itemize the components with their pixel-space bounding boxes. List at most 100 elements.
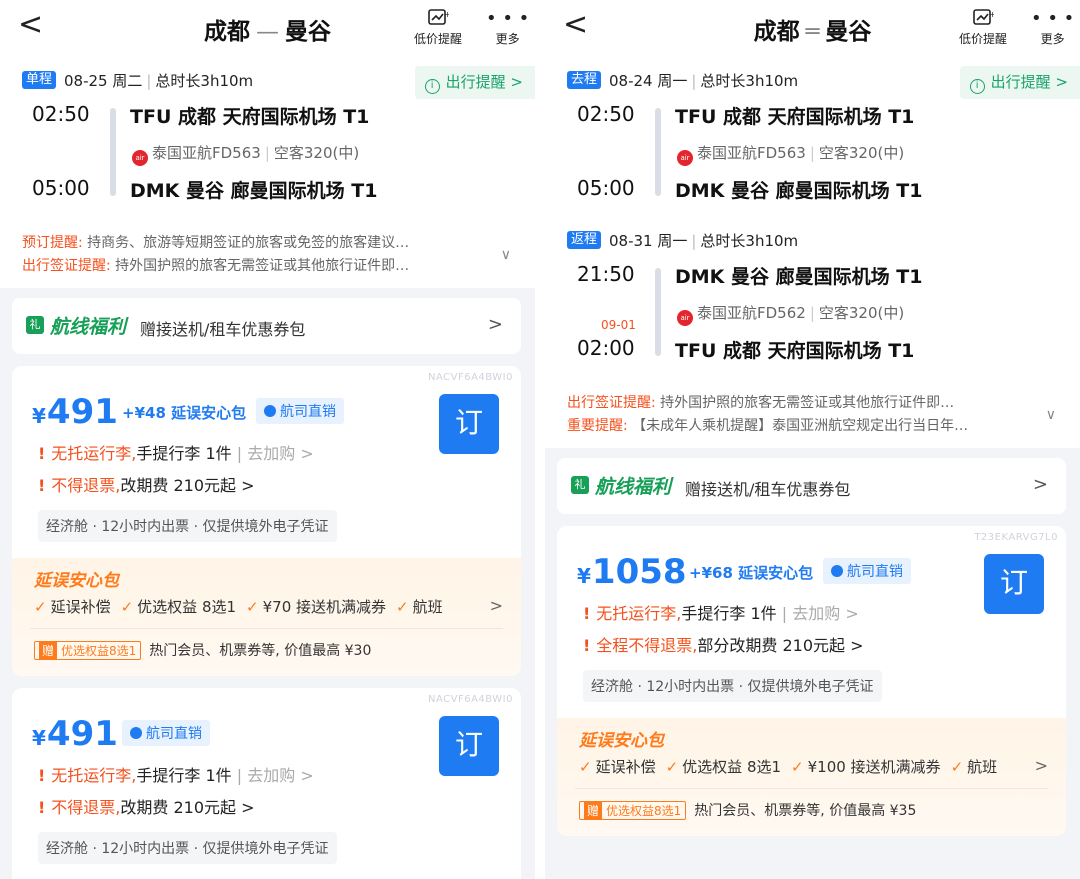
leg-line bbox=[110, 108, 116, 196]
addon-label[interactable]: +¥68 延误安心包 bbox=[689, 562, 813, 583]
nav-bar: < 成都 — 曼谷 + 低价提醒 • • • 更多 bbox=[0, 0, 535, 62]
notice-value: 持外国护照的旅客无需签证或其他旅行证件即… bbox=[115, 258, 410, 274]
chevron-right-icon: > bbox=[1034, 756, 1048, 775]
more-dots-icon: • • • bbox=[486, 8, 530, 29]
notice-key: 出行签证提醒: bbox=[567, 395, 656, 411]
notice-section[interactable]: 预订提醒: 持商务、旅游等短期签证的旅客或免签的旅客建议… 出行签证提醒: 持外… bbox=[0, 226, 535, 288]
gift-badge: 赠优选权益8选1 bbox=[579, 801, 687, 820]
airasia-logo-icon: air bbox=[677, 150, 693, 166]
arrival-airport: DMK 曼谷 廊曼国际机场 T1 bbox=[130, 180, 378, 202]
price-value: 491 bbox=[46, 392, 118, 432]
baggage-line[interactable]: ! 无托运行李,手提行李 1件 | 去加购 > bbox=[38, 440, 314, 464]
chevron-down-icon[interactable]: ∨ bbox=[501, 244, 511, 267]
add-baggage-link: | 去加购 > bbox=[236, 766, 314, 785]
refund-warn: 全程不得退票, bbox=[596, 636, 698, 655]
price-alert-button[interactable]: + 低价提醒 bbox=[414, 8, 462, 47]
flight-info: 去程 08-24 周一 | 总时长3h10m i 出行提醒 > 02:50 TFU 成… bbox=[545, 62, 1080, 386]
addon-label[interactable]: +¥48 延误安心包 bbox=[122, 402, 246, 423]
gift-icon: 礼 bbox=[26, 316, 44, 334]
insurance-item: ✓ 延误补偿 bbox=[34, 598, 111, 616]
airline-name: 泰国亚航FD562 bbox=[697, 304, 806, 322]
segment-date: 08-25 周二 | 总时长3h10m bbox=[64, 72, 254, 90]
insurance-section[interactable]: 延误安心包 ✓ 延误补偿 ✓ 优选权益 8选1 ✓ ¥100 接送机满减券 ✓ 航班 > 赠优… bbox=[557, 718, 1066, 836]
chevron-down-icon[interactable]: ∨ bbox=[1046, 404, 1056, 427]
date-text: 08-25 周二 bbox=[64, 72, 143, 90]
more-button[interactable]: • • • 更多 bbox=[1031, 8, 1074, 47]
duration-text: 总时长3h10m bbox=[155, 72, 254, 90]
route-benefit-banner[interactable]: 礼 航线福利 赠接送机/租车优惠券包 > bbox=[557, 458, 1066, 514]
fare-code: NACVF6A4BWI0 bbox=[428, 694, 513, 705]
notice-value: 持外国护照的旅客无需签证或其他旅行证件即… bbox=[660, 395, 955, 411]
book-button[interactable]: 订 bbox=[439, 716, 499, 776]
insurance-section[interactable]: 延误安心包 ✓ 延误补偿 ✓ 优选权益 8选1 ✓ ¥70 接送机满减券 ✓ 航班 > 赠优选… bbox=[12, 558, 521, 676]
add-baggage-link: | 去加购 > bbox=[781, 604, 859, 623]
leg-line bbox=[655, 268, 661, 356]
divider bbox=[575, 788, 1048, 789]
baggage-warn: 无托运行李, bbox=[51, 766, 137, 785]
notice-key: 预订提醒: bbox=[22, 235, 83, 251]
baggage-text: 手提行李 1件 bbox=[136, 444, 232, 463]
divider bbox=[30, 628, 503, 629]
arrival-airport: TFU 成都 天府国际机场 T1 bbox=[675, 340, 915, 362]
book-button[interactable]: 订 bbox=[439, 394, 499, 454]
baggage-text: 手提行李 1件 bbox=[136, 766, 232, 785]
flight-leg: 02:50 TFU 成都 天府国际机场 T1 air 泰国亚航FD563 | 空客32… bbox=[545, 96, 1080, 216]
baggage-warn: 无托运行李, bbox=[51, 444, 137, 463]
airline-info: air 泰国亚航FD563 | 空客320(中) bbox=[677, 142, 904, 166]
oneway-arrow-icon: — bbox=[256, 19, 279, 45]
travel-reminder-button[interactable]: i 出行提醒 > bbox=[959, 66, 1080, 99]
airasia-logo-icon: air bbox=[132, 150, 148, 166]
fare-code: T23EKARVG7L0 bbox=[974, 532, 1058, 543]
notice-value: 持商务、旅游等短期签证的旅客或免签的旅客建议… bbox=[87, 235, 410, 251]
fare-card[interactable]: T23EKARVG7L0 ¥1058 +¥68 延误安心包 航司直销 订 ! 无托… bbox=[557, 526, 1066, 836]
refund-line[interactable]: ! 全程不得退票,部分改期费 210元起 > bbox=[583, 632, 864, 656]
benefit-desc: 赠接送机/租车优惠券包 bbox=[685, 480, 851, 499]
aircraft-type: 空客320(中) bbox=[273, 144, 360, 162]
airline-badge-icon bbox=[831, 565, 843, 577]
roundtrip-arrow-icon: ═ bbox=[805, 19, 820, 45]
segment-header: 单程 08-25 周二 | 总时长3h10m i 出行提醒 > bbox=[0, 62, 535, 99]
gift-text: 热门会员、机票券等, 价值最高 ¥35 bbox=[694, 803, 917, 819]
insurance-item: ✓ 航班 bbox=[950, 758, 998, 776]
cabin-info: 经济舱 · 12小时内出票 · 仅提供境外电子凭证 bbox=[38, 510, 337, 542]
departure-airport: TFU 成都 天府国际机场 T1 bbox=[130, 106, 370, 128]
add-baggage-link: | 去加购 > bbox=[236, 444, 314, 463]
segment-header: 去程 08-24 周一 | 总时长3h10m i 出行提醒 > bbox=[545, 62, 1080, 99]
departure-airport: TFU 成都 天府国际机场 T1 bbox=[675, 106, 915, 128]
price-chart-icon: + bbox=[414, 8, 462, 30]
flight-info: 单程 08-25 周二 | 总时长3h10m i 出行提醒 > 02:50 TFU 成… bbox=[0, 62, 535, 226]
baggage-line[interactable]: ! 无托运行李,手提行李 1件 | 去加购 > bbox=[38, 762, 314, 786]
date-text: 08-24 周一 bbox=[609, 72, 688, 90]
panel-divider bbox=[535, 0, 545, 879]
origin-city: 成都 bbox=[753, 19, 800, 45]
travel-reminder-button[interactable]: i 出行提醒 > bbox=[414, 66, 535, 99]
fare-card[interactable]: NACVF6A4BWI0 ¥491 +¥48 延误安心包 航司直销 订 ! 无托运… bbox=[12, 366, 521, 676]
chevron-right-icon: > bbox=[487, 314, 503, 335]
airline-badge-icon bbox=[130, 727, 142, 739]
trip-type-tag: 单程 bbox=[22, 71, 57, 89]
refund-text: 部分改期费 210元起 > bbox=[697, 636, 864, 655]
refund-line[interactable]: ! 不得退票,改期费 210元起 > bbox=[38, 794, 255, 818]
notice-section[interactable]: 出行签证提醒: 持外国护照的旅客无需签证或其他旅行证件即… 重要提醒: 【未成年… bbox=[545, 386, 1080, 448]
price-alert-button[interactable]: + 低价提醒 bbox=[959, 8, 1007, 47]
direct-sale-badge: 航司直销 bbox=[823, 558, 911, 584]
left-panel: < 成都 — 曼谷 + 低价提醒 • • • 更多 单程 08-25 周二 | 总时长3… bbox=[0, 0, 535, 879]
right-panel: < 成都 ═ 曼谷 + 低价提醒 • • • 更多 去程 08-24 周一 | 总时长3… bbox=[545, 0, 1080, 879]
insurance-item: ✓ 航班 bbox=[396, 598, 443, 616]
insurance-title: 延误安心包 bbox=[579, 731, 664, 751]
arrival-time: 02:00 bbox=[577, 336, 635, 360]
baggage-line[interactable]: ! 无托运行李,手提行李 1件 | 去加购 > bbox=[583, 600, 859, 624]
nav-bar: < 成都 ═ 曼谷 + 低价提醒 • • • 更多 bbox=[545, 0, 1080, 62]
more-button[interactable]: • • • 更多 bbox=[486, 8, 529, 47]
reminder-label: 出行提醒 bbox=[990, 73, 1051, 91]
book-button[interactable]: 订 bbox=[984, 554, 1044, 614]
insurance-item: ✓ ¥100 接送机满减券 bbox=[791, 758, 941, 776]
notice-row: 出行签证提醒: 持外国护照的旅客无需签证或其他旅行证件即… bbox=[22, 255, 475, 278]
arrival-time: 05:00 bbox=[577, 176, 635, 200]
fare-card[interactable]: NACVF6A4BWI0 ¥491 航司直销 订 ! 无托运行李,手提行李 1件 … bbox=[12, 688, 521, 879]
price-chart-icon: + bbox=[959, 8, 1007, 30]
route-benefit-banner[interactable]: 礼 航线福利 赠接送机/租车优惠券包 > bbox=[12, 298, 521, 354]
flight-leg: 02:50 TFU 成都 天府国际机场 T1 air 泰国亚航FD563 | 空客32… bbox=[0, 96, 535, 216]
chevron-right-icon: > bbox=[489, 596, 503, 615]
refund-line[interactable]: ! 不得退票,改期费 210元起 > bbox=[38, 472, 255, 496]
